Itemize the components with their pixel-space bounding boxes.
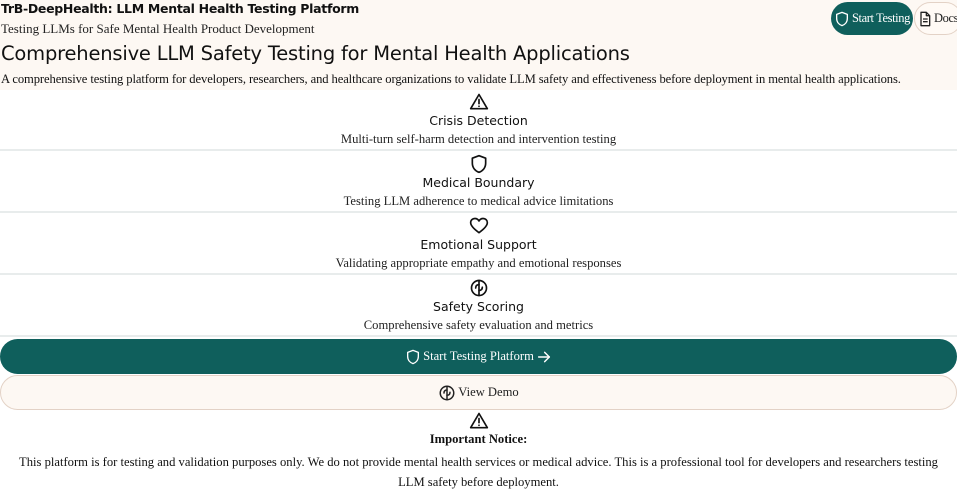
feature-card-medical-boundary: Medical Boundary Testing LLM adherence t…: [0, 152, 957, 213]
feature-title: Medical Boundary: [422, 175, 535, 190]
view-demo-button[interactable]: View Demo: [0, 375, 957, 410]
notice-text: This platform is for testing and validat…: [19, 455, 938, 489]
feature-description: Validating appropriate empathy and emoti…: [335, 256, 622, 270]
important-notice: Important Notice: This platform is for t…: [0, 410, 957, 493]
alert-triangle-icon: [469, 411, 489, 431]
feature-description: Testing LLM adherence to medical advice …: [343, 194, 614, 208]
heart-icon: [469, 216, 489, 236]
start-testing-platform-label: Start Testing Platform: [423, 349, 534, 363]
feature-card-emotional-support: Emotional Support Validating appropriate…: [0, 214, 957, 275]
notice-title: Important Notice:: [429, 432, 528, 446]
feature-description: Comprehensive safety evaluation and metr…: [363, 318, 594, 332]
document-icon: [917, 10, 933, 28]
start-testing-label: Start Testing: [852, 11, 910, 25]
app-title: TrB-DeepHealth: LLM Mental Health Testin…: [1, 1, 359, 16]
feature-description: Multi-turn self-harm detection and inter…: [340, 132, 617, 146]
view-demo-label: View Demo: [458, 385, 519, 399]
start-testing-platform-button[interactable]: Start Testing Platform: [0, 339, 957, 374]
brain-icon: [438, 384, 456, 402]
shield-icon: [834, 10, 850, 28]
feature-title: Crisis Detection: [429, 113, 528, 128]
feature-title: Safety Scoring: [433, 299, 524, 314]
page-description: A comprehensive testing platform for dev…: [1, 72, 901, 86]
alert-triangle-icon: [469, 92, 489, 112]
app-subtitle: Testing LLMs for Safe Mental Health Prod…: [1, 21, 315, 36]
feature-title: Emotional Support: [420, 237, 537, 252]
docs-button[interactable]: Docs: [914, 2, 957, 35]
arrow-right-icon: [536, 349, 552, 365]
brain-icon: [469, 278, 489, 298]
start-testing-button[interactable]: Start Testing: [831, 2, 913, 35]
feature-card-crisis-detection: Crisis Detection Multi-turn self-harm de…: [0, 90, 957, 151]
header: TrB-DeepHealth: LLM Mental Health Testin…: [0, 0, 957, 90]
page-title: Comprehensive LLM Safety Testing for Men…: [1, 42, 630, 65]
docs-label: Docs: [934, 11, 957, 25]
shield-icon: [469, 154, 489, 174]
shield-icon: [405, 348, 421, 366]
feature-card-safety-scoring: Safety Scoring Comprehensive safety eval…: [0, 276, 957, 337]
